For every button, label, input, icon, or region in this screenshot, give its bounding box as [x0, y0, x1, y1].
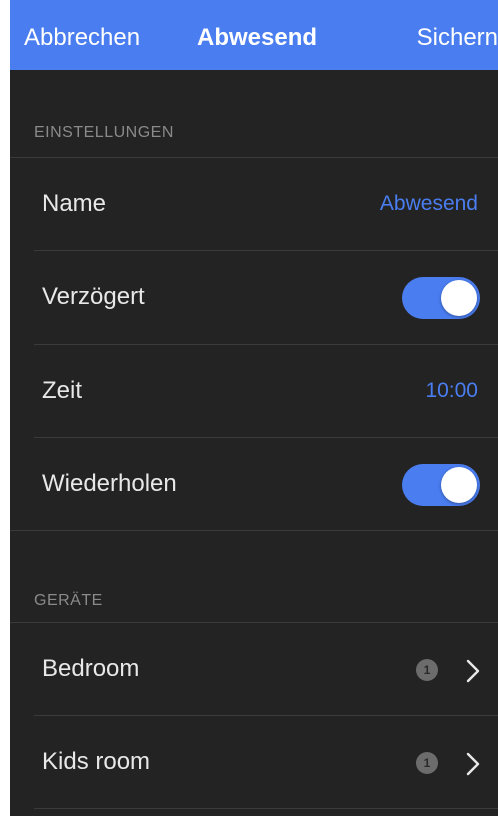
- repeat-label: Wiederholen: [42, 470, 177, 497]
- time-label: Zeit: [42, 377, 83, 404]
- time-row[interactable]: Zeit 10:00: [10, 345, 498, 438]
- name-row[interactable]: Name Abwesend: [10, 158, 498, 251]
- delayed-toggle[interactable]: [402, 277, 480, 319]
- time-value[interactable]: 10:00: [425, 376, 478, 406]
- repeat-row: Wiederholen: [10, 438, 498, 531]
- device-row-bedroom[interactable]: Bedroom 1: [10, 623, 498, 716]
- device-count-badge: 1: [416, 752, 438, 774]
- device-label: Bedroom: [42, 655, 140, 682]
- delayed-row: Verzögert: [10, 251, 498, 344]
- divider: [34, 808, 498, 809]
- settings-section-header: EINSTELLUNGEN: [34, 124, 174, 141]
- devices-section-header: GERÄTE: [34, 592, 103, 609]
- device-count-badge: 1: [416, 659, 438, 681]
- chevron-right-icon: [466, 752, 480, 776]
- divider: [10, 530, 498, 531]
- repeat-toggle[interactable]: [402, 464, 480, 506]
- name-label: Name: [42, 190, 107, 217]
- device-row-kids-room[interactable]: Kids room 1: [10, 716, 498, 809]
- save-button[interactable]: Sichern: [417, 20, 498, 56]
- page-title: Abwesend: [197, 24, 318, 51]
- delayed-label: Verzögert: [42, 283, 145, 310]
- chevron-right-icon: [466, 659, 480, 683]
- device-label: Kids room: [42, 748, 151, 775]
- screen: Abbrechen Abwesend Sichern EINSTELLUNGEN…: [10, 0, 498, 816]
- name-value[interactable]: Abwesend: [380, 189, 478, 219]
- navigation-bar: Abbrechen Abwesend Sichern: [10, 0, 498, 70]
- toggle-knob: [441, 280, 477, 316]
- cancel-button[interactable]: Abbrechen: [24, 20, 140, 56]
- toggle-knob: [441, 467, 477, 503]
